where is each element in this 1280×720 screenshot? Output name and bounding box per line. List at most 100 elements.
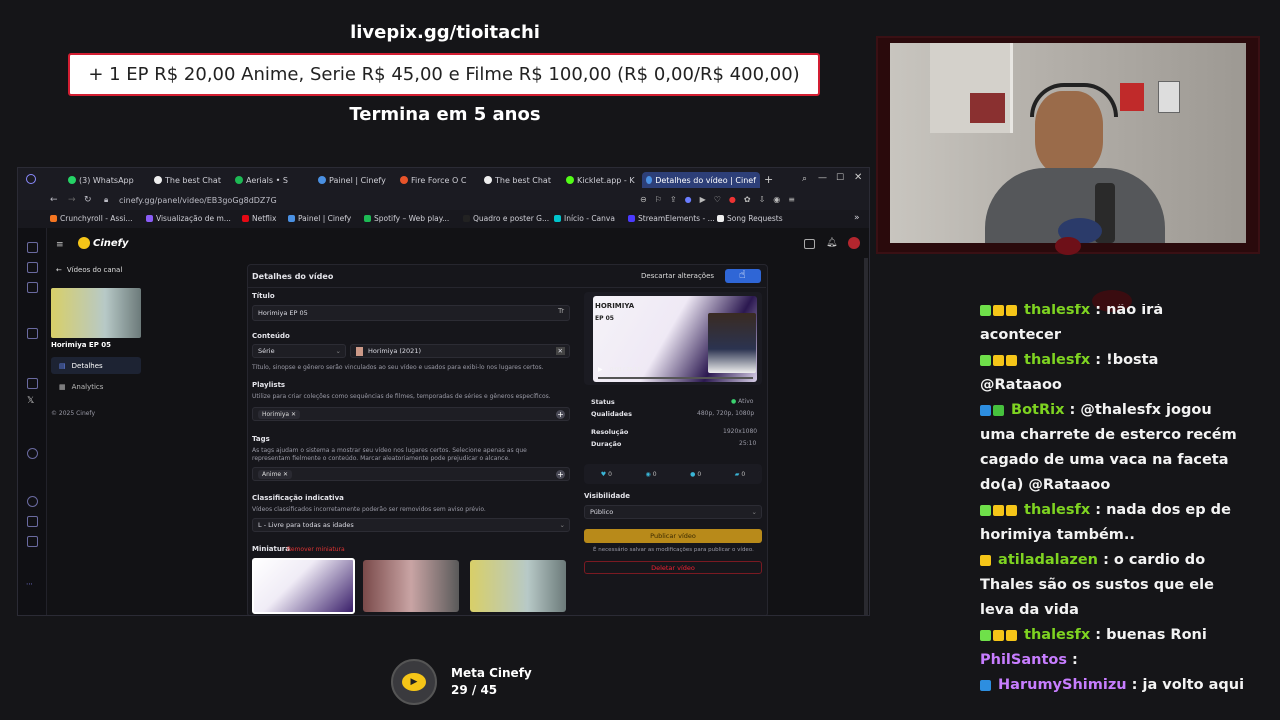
- tab-chat-1[interactable]: The best Chat: [154, 172, 226, 188]
- spotify-icon: [235, 176, 243, 184]
- cinefy-logo[interactable]: Cinefy: [78, 237, 129, 249]
- divider: [247, 287, 766, 288]
- tab-painel[interactable]: Painel | Cinefy: [318, 172, 390, 188]
- conteudo-show-select[interactable]: Horimiya (2021) ✕: [350, 344, 570, 358]
- sidebar-icon[interactable]: [27, 516, 38, 527]
- bell-icon[interactable]: 🔔︎: [826, 238, 837, 248]
- duracao-value: 25:10: [739, 440, 757, 447]
- tab-aerials[interactable]: Aerials • S: [235, 172, 307, 188]
- forward-icon[interactable]: →: [68, 195, 76, 205]
- tab-whatsapp[interactable]: (3) WhatsApp: [68, 172, 148, 188]
- play-icon[interactable]: ▶: [598, 366, 603, 373]
- video-upload-icon[interactable]: [804, 239, 815, 249]
- profile-icon[interactable]: ◉: [773, 195, 780, 204]
- sidebar-more-icon[interactable]: ⋯: [26, 580, 33, 588]
- page-scrollbar[interactable]: [864, 258, 868, 615]
- add-playlist-icon[interactable]: +: [556, 410, 565, 419]
- bookmark-crunchyroll[interactable]: Crunchyroll - Assi...: [50, 214, 132, 223]
- donation-goal-box: + 1 EP R$ 20,00 Anime, Serie R$ 45,00 e …: [68, 53, 820, 96]
- new-tab-icon[interactable]: +: [764, 173, 773, 186]
- share-icon[interactable]: ⇪: [670, 195, 677, 204]
- bookmark-quadro[interactable]: Quadro e poster G...: [463, 214, 549, 223]
- conteudo-type-select[interactable]: Série ⌄: [252, 344, 346, 358]
- bookmark-icon[interactable]: ⚐: [655, 195, 662, 204]
- publish-button[interactable]: Publicar vídeo: [584, 529, 762, 543]
- heart-icon[interactable]: ♡: [714, 195, 721, 204]
- side-video-title: Horimiya EP 05: [51, 341, 112, 349]
- search-tabs-icon[interactable]: ⌕: [802, 174, 807, 184]
- text-format-icon[interactable]: Tr: [558, 307, 564, 315]
- bookmark-canva[interactable]: Início - Canva: [554, 214, 615, 223]
- bookmark-spotify[interactable]: Spotify – Web play...: [364, 214, 449, 223]
- meta-progress: 29 / 45: [451, 683, 498, 697]
- shield-icon[interactable]: ●: [685, 195, 692, 204]
- chat-username: HarumyShimizu: [993, 677, 1127, 693]
- bookmark-painel[interactable]: Painel | Cinefy: [288, 214, 351, 223]
- minimize-icon[interactable]: —: [818, 173, 827, 183]
- tab-fireforce[interactable]: Fire Force O C: [400, 172, 472, 188]
- tab-detalhes[interactable]: Detalhes do vídeo | Cinef: [642, 172, 760, 188]
- bookmark-streamelements[interactable]: StreamElements - ...: [628, 214, 715, 223]
- thumbnail-option[interactable]: [363, 560, 459, 612]
- publish-note: É necessário salvar as modificações para…: [593, 547, 754, 553]
- bookmark-song-requests[interactable]: Song Requests: [717, 214, 783, 223]
- chat-badge-icon: [980, 629, 991, 641]
- sidebar-icon[interactable]: [27, 448, 38, 459]
- chat-badge-icon: [980, 554, 991, 566]
- close-window-icon[interactable]: ✕: [854, 172, 862, 183]
- browser-menu-icon[interactable]: [26, 174, 36, 184]
- tab-chat-2[interactable]: The best Chat: [484, 172, 556, 188]
- classificacao-select[interactable]: L - Livre para todas as idades ⌄: [252, 518, 570, 532]
- x-icon[interactable]: 𝕏: [27, 396, 34, 406]
- url-input[interactable]: cinefy.gg/panel/video/EB3goGg8dDZ7G: [119, 196, 277, 205]
- tab-kicklet[interactable]: Kicklet.app - K: [566, 172, 638, 188]
- zoom-icon[interactable]: ⊖: [640, 195, 647, 204]
- details-icon: ▤: [59, 361, 66, 370]
- nav-detalhes[interactable]: ▤ Detalhes: [51, 357, 141, 374]
- chat-badge-icon: [993, 504, 1004, 516]
- sidebar-icon[interactable]: [27, 328, 38, 339]
- chat-message: BotRix : @thalesfx jogou uma charrete de…: [980, 398, 1245, 498]
- chat-username: atiladalazen: [993, 552, 1099, 568]
- playlists-input[interactable]: Horimiya ✕: [252, 407, 570, 421]
- delete-button[interactable]: Deletar vídeo: [584, 561, 762, 574]
- chat-message: thalesfx : !bosta @Rataaoo: [980, 348, 1245, 398]
- sidebar-icon[interactable]: [27, 536, 38, 547]
- sidebar-icon[interactable]: [27, 262, 38, 273]
- playlist-chip: Horimiya ✕: [258, 409, 300, 419]
- visibilidade-select[interactable]: Público ⌄: [584, 505, 762, 519]
- play-icon[interactable]: ▶: [700, 195, 706, 204]
- nav-analytics[interactable]: ▦ Analytics: [59, 383, 103, 391]
- record-icon[interactable]: ●: [729, 195, 736, 204]
- download-icon[interactable]: ⇩: [759, 195, 766, 204]
- bookmark-netflix[interactable]: Netflix: [242, 214, 276, 223]
- bookmark-visualizacao[interactable]: Visualização de m...: [146, 214, 231, 223]
- player-progress-bar[interactable]: [598, 377, 753, 379]
- back-icon[interactable]: ←: [50, 195, 58, 205]
- discard-button[interactable]: Descartar alterações: [641, 272, 714, 280]
- maximize-icon[interactable]: ☐: [836, 173, 844, 183]
- classificacao-help: Vídeos classificados incorretamente pode…: [252, 506, 486, 513]
- sidebar-icon[interactable]: [27, 378, 38, 389]
- cinefy-icon: [646, 176, 653, 184]
- hamburger-icon[interactable]: ≡: [56, 240, 64, 250]
- clear-icon[interactable]: ✕: [555, 347, 565, 355]
- sidebar-icon[interactable]: [27, 496, 38, 507]
- eye-icon: ◉: [645, 470, 651, 478]
- avatar[interactable]: [848, 237, 860, 249]
- extension-icons: ⊖ ⚐ ⇪ ● ▶ ♡ ● ✿ ⇩ ◉ ≡: [640, 195, 795, 204]
- more-bookmarks-icon[interactable]: »: [854, 213, 860, 223]
- thumbnail-option[interactable]: [470, 560, 566, 612]
- reload-icon[interactable]: ↻: [84, 195, 92, 205]
- menu-icon[interactable]: ≡: [788, 195, 795, 204]
- titulo-input[interactable]: Horimiya EP 05: [252, 305, 570, 321]
- cursor-icon: ☝︎: [739, 268, 746, 281]
- remove-thumbnail-link[interactable]: Remover miniatura: [287, 546, 345, 553]
- tags-input[interactable]: Anime ✕: [252, 467, 570, 481]
- add-tag-icon[interactable]: +: [556, 470, 565, 479]
- back-to-videos[interactable]: ← Vídeos do canal: [56, 266, 122, 274]
- sidebar-icon[interactable]: [27, 242, 38, 253]
- thumbnail-option-selected[interactable]: [252, 558, 355, 614]
- sidebar-icon[interactable]: [27, 282, 38, 293]
- extensions-icon[interactable]: ✿: [744, 195, 751, 204]
